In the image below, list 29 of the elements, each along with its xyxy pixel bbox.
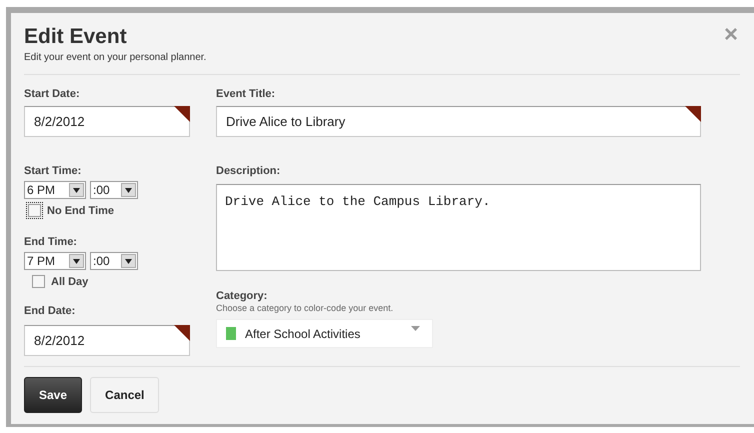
- field-label: Category:: [216, 290, 268, 302]
- save-button[interactable]: Save: [24, 377, 82, 413]
- caret-icon: [73, 258, 80, 264]
- category-select[interactable]: After School Activities: [216, 319, 433, 348]
- category-hint: Choose a category to color-code your event.: [216, 303, 394, 313]
- checkbox-label: No End Time: [47, 204, 114, 216]
- field-label: End Date:: [24, 305, 76, 317]
- dialog-subtitle: Edit your event on your personal planner.: [24, 52, 206, 63]
- minute-select[interactable]: :00: [90, 252, 138, 270]
- event-title-field[interactable]: Drive Alice to Library: [216, 106, 701, 137]
- cancel-button[interactable]: Cancel: [90, 377, 160, 413]
- field-label: Start Time:: [24, 165, 82, 177]
- minute-select[interactable]: :00: [90, 181, 138, 199]
- dialog-title: Edit Event: [24, 25, 127, 49]
- field-label: Start Date:: [24, 88, 81, 100]
- hour-select[interactable]: 7 PM: [24, 252, 86, 270]
- field-label: End Time:: [24, 236, 78, 248]
- start-date-field[interactable]: 8/2/2012: [24, 106, 190, 137]
- hour-select[interactable]: 6 PM: [24, 181, 86, 199]
- end-date-field[interactable]: 8/2/2012: [24, 325, 190, 356]
- field-label: Description:: [216, 165, 282, 177]
- caret-icon: [125, 258, 132, 264]
- field-label: Event Title:: [216, 88, 276, 100]
- checkbox-label: All Day: [51, 276, 88, 288]
- caret-icon: [411, 326, 420, 331]
- caret-icon: [125, 188, 132, 192]
- checkbox[interactable]: [32, 275, 45, 288]
- description-field[interactable]: Drive Alice to the Campus Library.: [216, 184, 701, 271]
- caret-icon: [73, 188, 80, 192]
